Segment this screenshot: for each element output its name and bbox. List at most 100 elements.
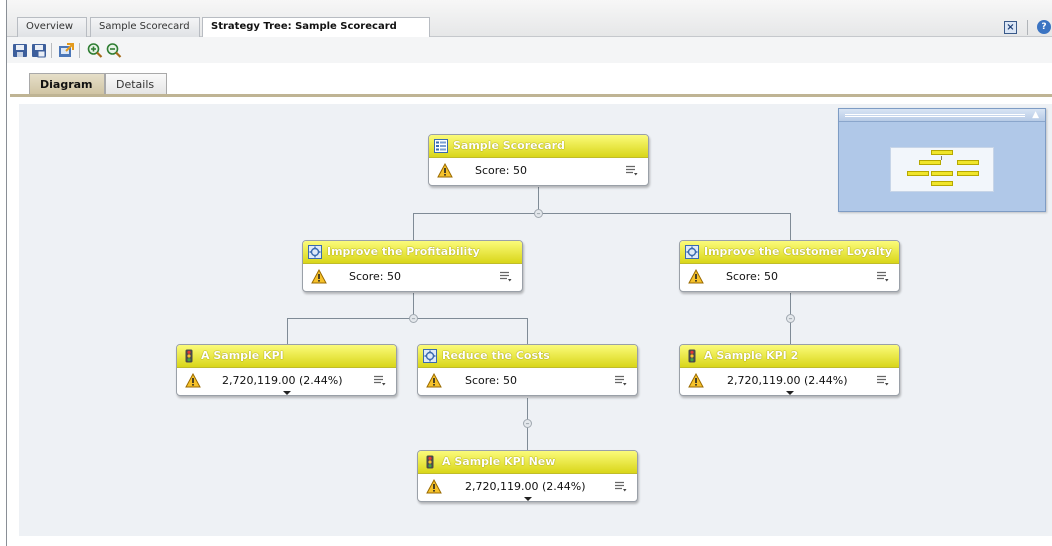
tab-sample-scorecard[interactable]: Sample Scorecard [90,17,200,37]
expand-arrow-icon[interactable] [523,497,532,501]
node-sample-scorecard[interactable]: Sample Scorecard Score: 50 [428,134,649,186]
node-sample-kpi-new[interactable]: A Sample KPI New 2,720,119.00 (2.44%) [417,450,638,502]
traffic-light-icon [688,349,696,363]
tab-strategy-tree[interactable]: Strategy Tree: Sample Scorecard [202,17,430,38]
warning-icon [437,163,453,178]
tab-diagram[interactable]: Diagram [29,73,105,95]
expand-arrow-icon[interactable] [785,391,794,395]
node-menu-icon[interactable] [876,375,889,386]
tab-details[interactable]: Details [105,73,167,95]
warning-icon [426,373,442,388]
node-kpi-value: 2,720,119.00 (2.44%) [465,480,586,493]
collapse-up-icon[interactable]: ▲ [1032,111,1039,120]
connector-line [413,213,790,214]
collapse-node-icon[interactable]: – [409,314,418,323]
mini-node [907,171,929,176]
node-title: A Sample KPI New [442,455,556,468]
node-title: Improve the Profitability [327,245,480,258]
node-sample-kpi[interactable]: A Sample KPI 2,720,119.00 (2.44%) [176,344,397,396]
traffic-light-icon [185,349,193,363]
view-tab-bar: Diagram Details [7,63,1052,98]
node-score: Score: 50 [465,374,518,387]
node-title: Sample Scorecard [453,139,565,152]
node-title: Improve the Customer Loyalty [704,245,893,258]
node-title-bar: A Sample KPI [177,345,396,368]
collapse-node-icon[interactable]: – [523,419,532,428]
overview-title-bar[interactable]: ▲ [839,109,1045,122]
node-body: 2,720,119.00 (2.44%) [418,474,637,501]
node-title-bar: A Sample KPI 2 [680,345,899,368]
grip-lines [845,114,1025,117]
close-icon[interactable]: × [1004,21,1017,34]
node-body: Score: 50 [303,264,522,291]
zoom-in-icon[interactable] [87,43,103,58]
connector-line [287,318,528,319]
export-icon[interactable] [58,43,74,58]
mini-node [931,150,953,155]
node-menu-icon[interactable] [614,375,627,386]
strategy-tree-window: Overview Sample Scorecard Strategy Tree:… [0,0,1052,546]
node-body: Score: 50 [680,264,899,291]
help-icon[interactable]: ? [1037,20,1051,34]
node-menu-icon[interactable] [499,271,512,282]
collapse-node-icon[interactable]: – [534,209,543,218]
zoom-out-icon[interactable] [106,43,122,58]
mini-node [931,181,953,186]
objective-icon [423,349,437,363]
toolbar-separator [51,43,52,58]
save-icon[interactable] [12,43,28,58]
collapse-node-icon[interactable]: – [786,314,795,323]
node-title-bar: Reduce the Costs [418,345,637,368]
objective-icon [308,245,322,259]
node-menu-icon[interactable] [876,271,889,282]
node-menu-icon[interactable] [373,375,386,386]
overview-thumbnail[interactable] [890,147,994,192]
node-improve-profitability[interactable]: Improve the Profitability Score: 50 [302,240,523,292]
tabbar-separator [1027,20,1028,35]
node-menu-icon[interactable] [614,481,627,492]
mini-node [957,171,979,176]
node-body: Score: 50 [429,158,648,185]
mini-node [957,160,979,165]
node-title: A Sample KPI [201,349,284,362]
tab-overview[interactable]: Overview [17,17,87,37]
node-title-bar: Improve the Profitability [303,241,522,264]
warning-icon [688,373,704,388]
node-title: A Sample KPI 2 [704,349,799,362]
overview-navigator-panel[interactable]: ▲ [838,108,1046,212]
mini-connector [941,156,942,160]
node-score: Score: 50 [349,270,402,283]
expand-arrow-icon[interactable] [282,391,291,395]
traffic-light-icon [426,455,434,469]
scorecard-icon [434,139,448,153]
connector-line [527,318,528,344]
objective-icon [685,245,699,259]
document-tab-bar: Overview Sample Scorecard Strategy Tree:… [7,0,1052,38]
node-improve-customer-loyalty[interactable]: Improve the Customer Loyalty Score: 50 [679,240,900,292]
node-title-bar: A Sample KPI New [418,451,637,474]
warning-icon [688,269,704,284]
view-tab-underline [10,94,1052,97]
node-body: 2,720,119.00 (2.44%) [680,368,899,395]
connector-line [790,213,791,240]
save-as-icon[interactable] [31,43,47,58]
node-kpi-value: 2,720,119.00 (2.44%) [727,374,848,387]
node-menu-icon[interactable] [625,165,638,176]
node-reduce-costs[interactable]: Reduce the Costs Score: 50 [417,344,638,396]
node-kpi-value: 2,720,119.00 (2.44%) [222,374,343,387]
node-score: Score: 50 [726,270,779,283]
connector-line [287,318,288,344]
connector-line [413,213,414,240]
warning-icon [426,479,442,494]
node-body: Score: 50 [418,368,637,395]
node-body: 2,720,119.00 (2.44%) [177,368,396,395]
node-title: Reduce the Costs [442,349,550,362]
node-title-bar: Sample Scorecard [429,135,648,158]
node-sample-kpi-2[interactable]: A Sample KPI 2 2,720,119.00 (2.44%) [679,344,900,396]
warning-icon [311,269,327,284]
toolbar [7,37,1052,63]
node-title-bar: Improve the Customer Loyalty [680,241,899,264]
toolbar-separator [79,43,80,58]
mini-node [931,171,953,176]
mini-node [919,160,941,165]
